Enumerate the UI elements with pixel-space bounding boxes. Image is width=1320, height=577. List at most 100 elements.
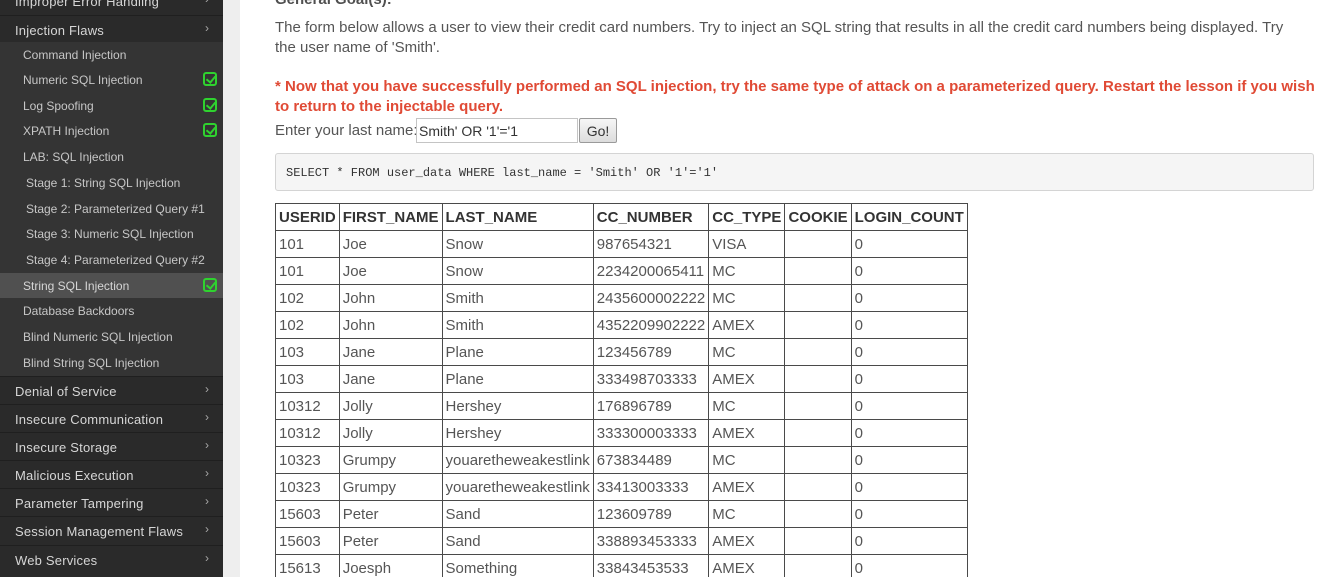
table-cell: 103	[275, 365, 340, 393]
sidebar-category-denial-of-service[interactable]: Denial of Service ›	[0, 376, 223, 404]
sidebar-item-string-sql-injection[interactable]: String SQL Injection	[0, 273, 223, 299]
table-cell: 10312	[275, 419, 340, 447]
table-cell	[784, 527, 852, 555]
checkmark-icon	[203, 98, 217, 112]
sidebar-item-command-injection[interactable]: Command Injection	[0, 42, 223, 68]
table-cell: 338893453333	[592, 527, 710, 555]
table-cell	[784, 473, 852, 501]
table-cell: 102	[275, 284, 340, 312]
chevron-right-icon: ›	[205, 494, 209, 508]
sidebar-item-xpath-injection[interactable]: XPATH Injection	[0, 118, 223, 144]
sidebar-item-label: Log Spoofing	[23, 99, 94, 113]
table-cell: MC	[708, 446, 786, 474]
sidebar-item-label: Stage 2: Parameterized Query #1	[26, 202, 205, 216]
sidebar-category-label: Insecure Communication	[15, 412, 164, 427]
table-cell: 987654321	[592, 230, 710, 258]
go-button[interactable]: Go!	[579, 118, 617, 143]
sidebar-item-database-backdoors[interactable]: Database Backdoors	[0, 298, 223, 324]
table-cell: MC	[708, 257, 786, 285]
table-cell: Plane	[441, 338, 594, 366]
sidebar-category-label: Improper Error Handling	[15, 0, 160, 9]
goal-title: General Goal(s):	[275, 0, 392, 8]
table-cell: 103	[275, 338, 340, 366]
table-cell: 0	[850, 527, 968, 555]
table-cell: 2234200065411	[592, 257, 710, 285]
table-cell: youaretheweakestlink	[441, 473, 594, 501]
table-header-row: USERID FIRST_NAME LAST_NAME CC_NUMBER CC_TYP…	[275, 203, 968, 231]
column-header: COOKIE	[784, 203, 852, 231]
table-row: 103 Jane Plane 333498703333 AMEX 0	[275, 365, 968, 393]
lesson-content: General Goal(s): The form below allows a…	[240, 0, 1320, 577]
table-cell: Grumpy	[338, 473, 443, 501]
table-cell: 101	[275, 230, 340, 258]
table-cell: 0	[850, 284, 968, 312]
sidebar-item-log-spoofing[interactable]: Log Spoofing	[0, 93, 223, 119]
sidebar-category-session-management-flaws[interactable]: Session Management Flaws ›	[0, 516, 223, 544]
table-row: 15613 Joesph Something 33843453533 AMEX 0	[275, 554, 968, 577]
column-header: LAST_NAME	[441, 203, 594, 231]
table-cell: John	[338, 284, 443, 312]
sidebar-item-stage-1[interactable]: Stage 1: String SQL Injection	[0, 170, 223, 196]
table-cell: Peter	[338, 500, 443, 528]
table-cell: 15603	[275, 527, 340, 555]
chevron-right-icon: ›	[205, 522, 209, 536]
table-cell: Snow	[441, 257, 594, 285]
sidebar-category-improper-error-handling[interactable]: Improper Error Handling ›	[0, 0, 223, 14]
sidebar-category-insecure-communication[interactable]: Insecure Communication ›	[0, 404, 223, 432]
table-cell: 0	[850, 473, 968, 501]
sidebar-item-label: Stage 1: String SQL Injection	[26, 176, 181, 190]
table-cell: 0	[850, 230, 968, 258]
table-cell: Plane	[441, 365, 594, 393]
table-cell	[784, 284, 852, 312]
table-cell: Grumpy	[338, 446, 443, 474]
table-cell: 0	[850, 311, 968, 339]
table-row: 101 Joe Snow 987654321 VISA 0	[275, 230, 968, 258]
sidebar-item-blind-string-sql-injection[interactable]: Blind String SQL Injection	[0, 350, 223, 376]
sidebar-item-numeric-sql-injection[interactable]: Numeric SQL Injection	[0, 67, 223, 93]
table-cell: Smith	[441, 311, 594, 339]
table-cell: MC	[708, 284, 786, 312]
sidebar-category-label: Denial of Service	[15, 384, 117, 399]
chevron-right-icon: ›	[205, 0, 209, 6]
results-table: USERID FIRST_NAME LAST_NAME CC_NUMBER CC_TYP…	[275, 203, 968, 577]
sidebar-category-label: Web Services	[15, 553, 98, 568]
table-cell: AMEX	[708, 473, 786, 501]
sidebar-category-parameter-tampering[interactable]: Parameter Tampering ›	[0, 488, 223, 516]
table-row: 10312 Jolly Hershey 176896789 MC 0	[275, 392, 968, 420]
table-cell: MC	[708, 500, 786, 528]
table-cell	[784, 338, 852, 366]
table-cell: AMEX	[708, 365, 786, 393]
sql-query-box: SELECT * FROM user_data WHERE last_name …	[275, 153, 1314, 191]
sidebar-item-blind-numeric-sql-injection[interactable]: Blind Numeric SQL Injection	[0, 324, 223, 350]
sidebar-category-web-services[interactable]: Web Services ›	[0, 545, 223, 573]
sidebar-category-injection-flaws[interactable]: Injection Flaws ›	[0, 15, 223, 43]
table-cell: 123609789	[592, 500, 710, 528]
sidebar-item-lab-sql-injection[interactable]: LAB: SQL Injection	[0, 144, 223, 170]
table-cell: 0	[850, 419, 968, 447]
sidebar-category-label: Malicious Execution	[15, 468, 134, 483]
table-cell: 15613	[275, 554, 340, 577]
table-cell: 123456789	[592, 338, 710, 366]
sidebar-item-label: Blind String SQL Injection	[23, 356, 160, 370]
table-cell: 0	[850, 392, 968, 420]
sidebar-category-label: Injection Flaws	[15, 23, 104, 38]
chevron-right-icon: ›	[205, 438, 209, 452]
chevron-right-icon: ›	[205, 382, 209, 396]
table-cell: Something	[441, 554, 594, 577]
table-cell: VISA	[708, 230, 786, 258]
table-cell: AMEX	[708, 311, 786, 339]
sidebar-item-stage-2[interactable]: Stage 2: Parameterized Query #1	[0, 196, 223, 222]
table-cell: Jane	[338, 365, 443, 393]
table-row: 10323 Grumpy youaretheweakestlink 673834489…	[275, 446, 968, 474]
last-name-input[interactable]	[416, 118, 578, 143]
table-cell: Hershey	[441, 419, 594, 447]
sidebar-item-stage-4[interactable]: Stage 4: Parameterized Query #2	[0, 247, 223, 273]
sidebar-category-malicious-execution[interactable]: Malicious Execution ›	[0, 460, 223, 488]
sidebar-category-insecure-storage[interactable]: Insecure Storage ›	[0, 432, 223, 460]
sidebar-item-stage-3[interactable]: Stage 3: Numeric SQL Injection	[0, 221, 223, 247]
table-cell: 0	[850, 257, 968, 285]
table-cell: AMEX	[708, 527, 786, 555]
table-cell: 0	[850, 365, 968, 393]
checkmark-icon	[203, 72, 217, 86]
table-cell: Jolly	[338, 419, 443, 447]
